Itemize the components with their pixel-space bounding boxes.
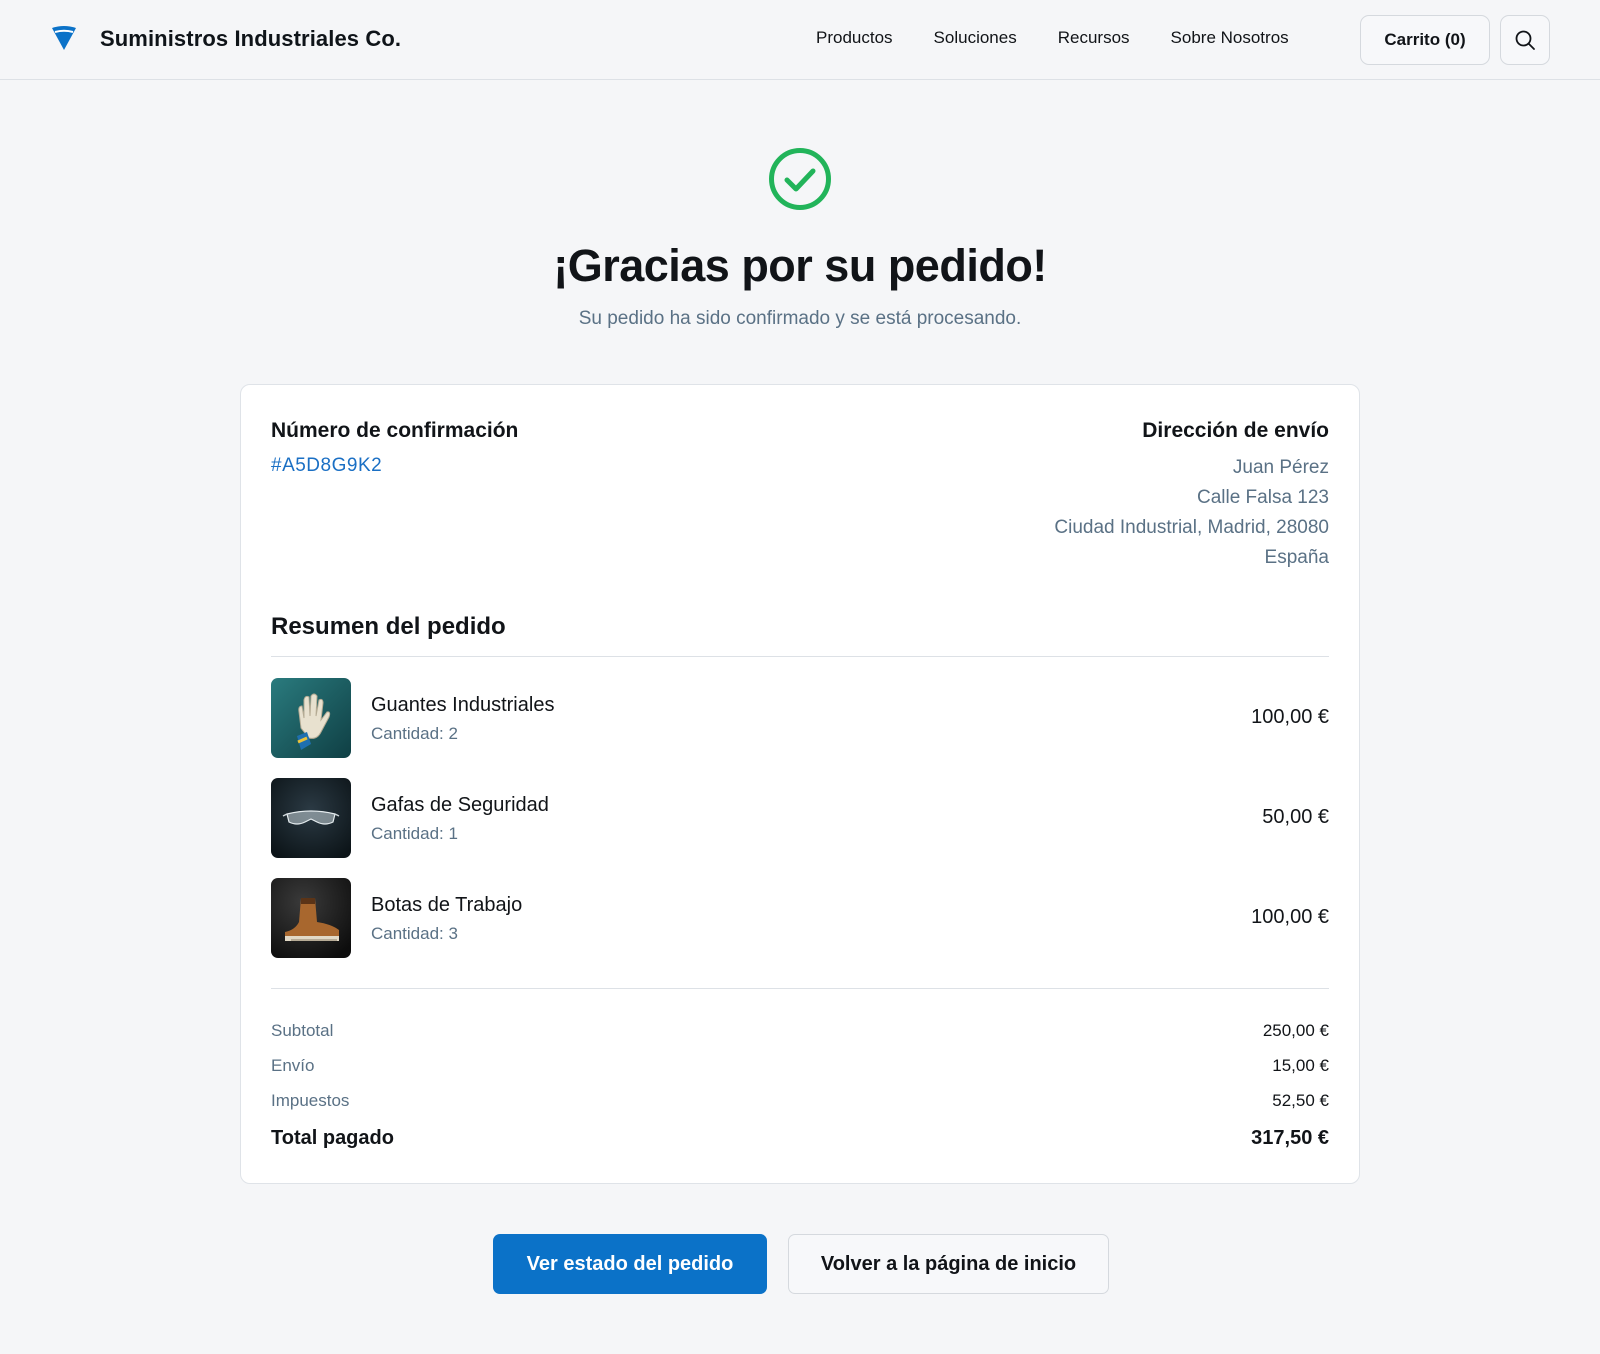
shipping-cost-row: Envío 15,00 € xyxy=(271,1056,1329,1082)
item-name: Guantes Industriales xyxy=(371,694,555,716)
order-item: Botas de Trabajo Cantidad: 3 100,00 € xyxy=(271,878,1329,958)
summary-divider xyxy=(271,656,1329,657)
item-name: Botas de Trabajo xyxy=(371,894,523,916)
order-item: Gafas de Seguridad Cantidad: 1 50,00 € xyxy=(271,778,1329,858)
total-paid-label: Total pagado xyxy=(271,1127,394,1149)
work-boots-image xyxy=(271,878,351,958)
page-title: ¡Gracias por su pedido! xyxy=(553,240,1047,291)
confirmation-number: #A5D8G9K2 xyxy=(271,455,383,476)
shipping-address: Dirección de envío Juan Pérez Calle Fals… xyxy=(1054,419,1329,573)
top-navigation-bar: Suministros Industriales Co. Productos S… xyxy=(0,0,1600,80)
shipping-city: Ciudad Industrial, Madrid, 28080 xyxy=(1054,517,1329,538)
shipping-street: Calle Falsa 123 xyxy=(1196,487,1329,508)
nav-item-sobre-nosotros[interactable]: Sobre Nosotros xyxy=(1171,28,1289,48)
cart-button-label: Carrito (0) xyxy=(1384,30,1466,49)
tax-row: Impuestos 52,50 € xyxy=(271,1091,1329,1117)
item-price: 100,00 € xyxy=(1251,906,1329,928)
shipping-label: Dirección de envío xyxy=(1142,419,1329,442)
total-paid-row: Total pagado 317,50 € xyxy=(271,1127,1329,1153)
order-summary-title: Resumen del pedido xyxy=(271,613,506,640)
safety-glasses-image xyxy=(271,778,351,858)
subtotal-row: Subtotal 250,00 € xyxy=(271,1021,1329,1047)
check-circle-icon xyxy=(769,148,831,210)
item-quantity: Cantidad: 1 xyxy=(371,824,458,843)
search-button[interactable] xyxy=(1500,15,1550,65)
item-price: 100,00 € xyxy=(1251,706,1329,728)
cart-button[interactable]: Carrito (0) xyxy=(1360,15,1490,65)
total-paid-value: 317,50 € xyxy=(1251,1127,1329,1149)
back-to-home-button[interactable]: Volver a la página de inicio xyxy=(788,1234,1109,1294)
totals-divider xyxy=(271,988,1329,989)
order-item: Guantes Industriales Cantidad: 2 100,00 … xyxy=(271,678,1329,758)
item-quantity: Cantidad: 2 xyxy=(371,724,458,743)
main-nav: Productos Soluciones Recursos Sobre Noso… xyxy=(816,28,1330,48)
item-price: 50,00 € xyxy=(1262,806,1329,828)
item-quantity: Cantidad: 3 xyxy=(371,924,458,943)
view-order-status-button[interactable]: Ver estado del pedido xyxy=(493,1234,767,1294)
shield-funnel-logo-icon xyxy=(52,26,76,50)
item-name: Gafas de Seguridad xyxy=(371,794,549,816)
subtotal-label: Subtotal xyxy=(271,1021,334,1040)
nav-item-productos[interactable]: Productos xyxy=(816,28,893,48)
nav-item-recursos[interactable]: Recursos xyxy=(1058,28,1130,48)
brand-name: Suministros Industriales Co. xyxy=(100,26,402,51)
back-to-home-label: Volver a la página de inicio xyxy=(820,1252,1077,1275)
page-subtitle: Su pedido ha sido confirmado y se está p… xyxy=(578,308,1022,329)
gloves-image xyxy=(271,678,351,758)
tax-label: Impuestos xyxy=(271,1091,350,1110)
shipping-name: Juan Pérez xyxy=(1232,457,1329,478)
shipping-cost-label: Envío xyxy=(271,1056,315,1075)
tax-value: 52,50 € xyxy=(1272,1091,1329,1110)
order-confirmation-card: Número de confirmación #A5D8G9K2 Direcci… xyxy=(240,384,1360,1184)
shipping-cost-value: 15,00 € xyxy=(1272,1056,1329,1075)
subtotal-value: 250,00 € xyxy=(1262,1021,1329,1040)
nav-item-soluciones[interactable]: Soluciones xyxy=(934,28,1017,48)
search-icon xyxy=(1515,30,1535,50)
brand[interactable]: Suministros Industriales Co. xyxy=(50,24,401,54)
shipping-country: España xyxy=(1264,547,1329,568)
view-order-status-label: Ver estado del pedido xyxy=(526,1252,734,1275)
confirmation-label: Número de confirmación xyxy=(271,419,519,442)
